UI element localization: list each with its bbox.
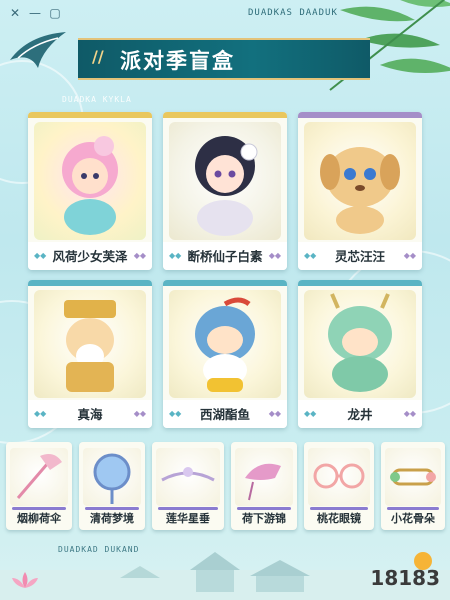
figure-image: [34, 290, 146, 398]
figure-illustration: [64, 300, 116, 392]
accessory-image: [308, 448, 370, 506]
figure-illustration: [195, 297, 255, 392]
accessory-name: 荷下游锦: [242, 512, 286, 525]
card-stripe: [163, 280, 287, 286]
figure-image: [169, 122, 281, 240]
decor-dots: ◆◆: [268, 251, 281, 260]
figure-image: [304, 290, 416, 398]
figure-illustration: [320, 147, 400, 234]
featured-card[interactable]: ◆◆ 真海 ◆◆: [28, 280, 152, 428]
figure-illustration: [328, 293, 392, 392]
decor-dots: ◆◆: [133, 251, 146, 260]
accessory-name: 莲华星垂: [166, 512, 210, 525]
accessory-name: 小花骨朵: [391, 512, 435, 525]
minimize-icon: —: [29, 6, 41, 20]
accessory-card[interactable]: 桃花眼镜: [304, 442, 374, 530]
accessory-image: [385, 448, 441, 506]
swallow-icon: [10, 32, 66, 68]
umbrella-icon: [16, 454, 62, 499]
card-stripe: [28, 280, 152, 286]
figure-image: [34, 122, 146, 240]
featured-card[interactable]: ◆◆ 龙井 ◆◆: [298, 280, 422, 428]
window-icon: ▢: [49, 6, 61, 20]
accessory-image: [83, 448, 141, 506]
watermark: 18183: [370, 566, 440, 590]
figure-illustration: [195, 136, 258, 236]
accessory-name: 桃花眼镜: [317, 512, 361, 525]
close-icon: ✕: [9, 6, 21, 20]
brand-text-top: DUADKAS DAADUK: [248, 8, 338, 18]
decor-dots: ◆◆: [133, 409, 146, 418]
featured-card[interactable]: ◆◆ 西湖酯鱼 ◆◆: [163, 280, 287, 428]
mirror-icon: [93, 453, 131, 504]
decor-dots: ◆◆: [403, 409, 416, 418]
card-stripe: [28, 112, 152, 118]
decor-dots: ◆◆: [268, 409, 281, 418]
blind-box-poster: ✕ — ▢ DUADKAS DAADUK DUADKA KYKLA // 派对季…: [0, 0, 450, 600]
title-slash-icon: //: [92, 47, 104, 66]
featured-card[interactable]: ◆◆ 风荷少女芙泽 ◆◆: [28, 112, 152, 270]
accessory-card[interactable]: 清荷梦境: [79, 442, 145, 530]
card-stripe: [298, 280, 422, 286]
card-stripe: [298, 112, 422, 118]
accessory-image: [235, 448, 293, 506]
accessory-image: [156, 448, 220, 506]
top-controls: ✕ — ▢: [8, 6, 62, 20]
decor-dots: ◆◆: [403, 251, 416, 260]
accessory-image: [10, 448, 68, 506]
figure-illustration: [62, 136, 118, 235]
flower-bud-icon: [390, 468, 436, 486]
fish-ornament-icon: [245, 463, 281, 501]
figure-image: [169, 290, 281, 398]
accessory-card[interactable]: 莲华星垂: [152, 442, 224, 530]
featured-card[interactable]: ◆◆ 灵芯汪汪 ◆◆: [298, 112, 422, 270]
accessory-card[interactable]: 荷下游锦: [231, 442, 297, 530]
figure-image: [304, 122, 416, 240]
card-stripe: [163, 112, 287, 118]
glasses-icon: [313, 463, 365, 489]
title-banner: // 派对季盲盒: [78, 38, 370, 80]
accessory-card[interactable]: 小花骨朵: [381, 442, 445, 530]
accessory-name: 清荷梦境: [90, 512, 134, 525]
accessory-name: 烟柳荷伞: [17, 512, 61, 525]
headband-icon: [161, 467, 215, 482]
accessory-card[interactable]: 烟柳荷伞: [6, 442, 72, 530]
page-title: 派对季盲盒: [120, 49, 235, 73]
brand-text-small: DUADKA KYKLA: [62, 95, 132, 104]
brand-text-bottom: DUADKAD DUKAND: [58, 545, 140, 554]
lotus-icon: [12, 572, 38, 588]
featured-card[interactable]: ◆◆ 断桥仙子白素 ◆◆: [163, 112, 287, 270]
